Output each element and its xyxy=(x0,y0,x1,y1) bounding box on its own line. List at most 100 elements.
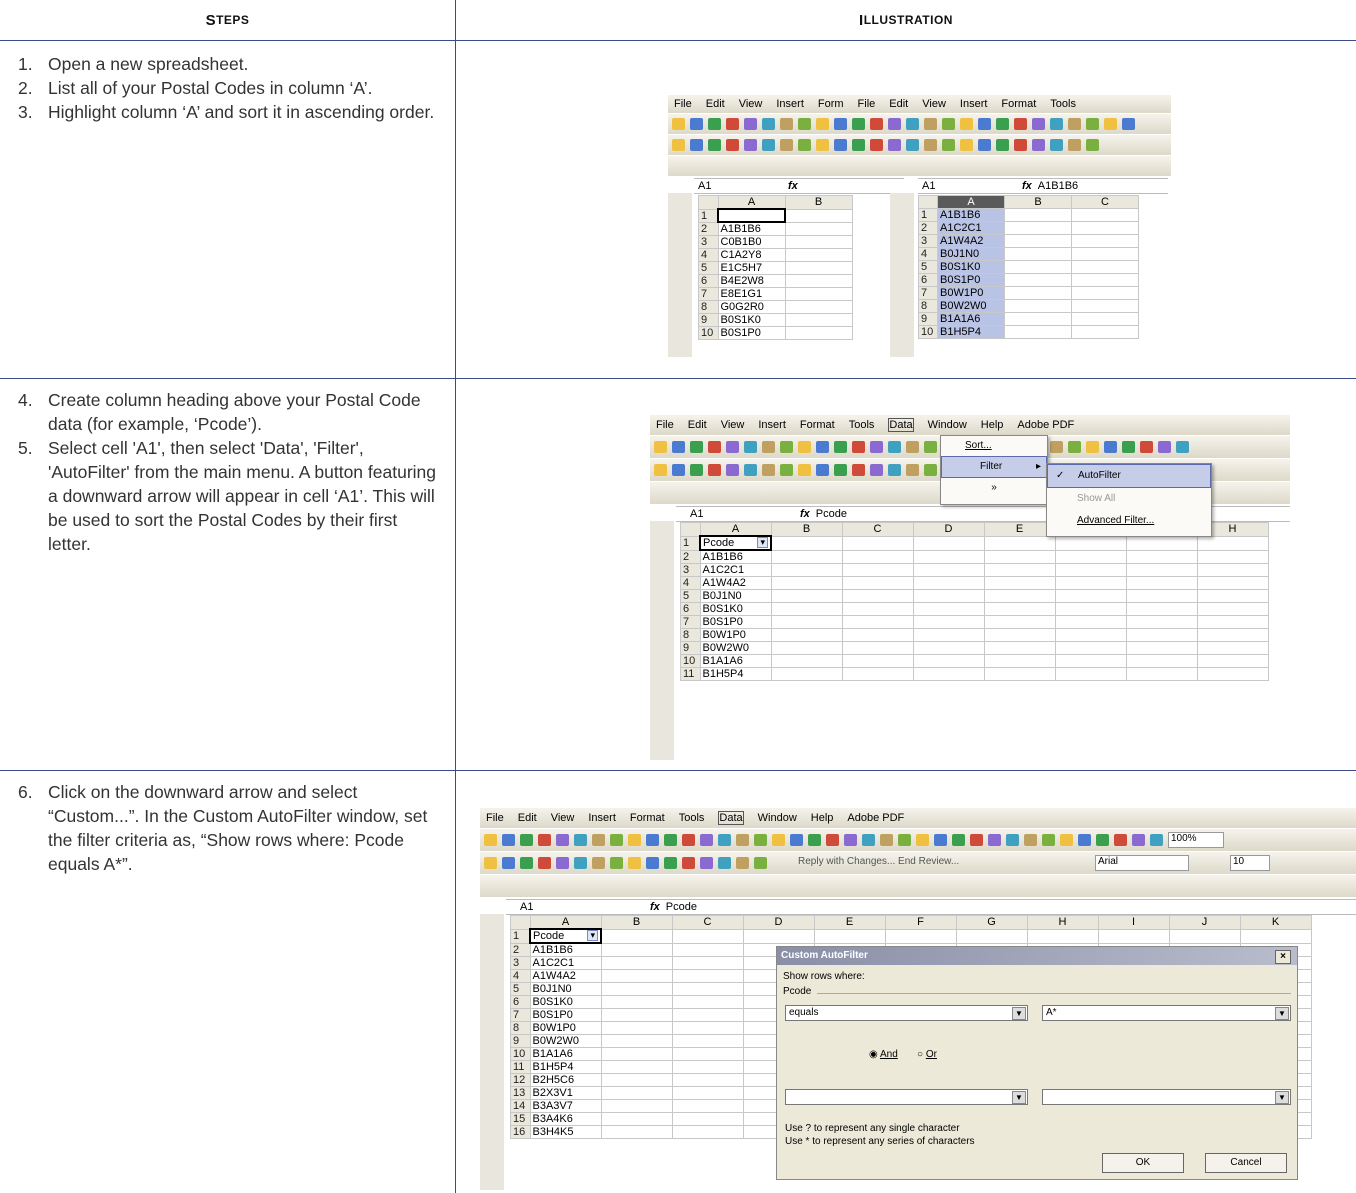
cell[interactable] xyxy=(770,563,843,577)
toolbar-button-icon[interactable] xyxy=(844,834,857,846)
toolbar-button-icon[interactable] xyxy=(906,464,919,476)
cell[interactable] xyxy=(770,667,843,681)
cell[interactable] xyxy=(1125,602,1198,616)
name-box[interactable]: A1 xyxy=(506,901,600,913)
cell[interactable] xyxy=(671,1125,744,1139)
cell[interactable] xyxy=(912,654,985,668)
or-radio[interactable]: ○ Or xyxy=(917,1049,937,1060)
toolbar-button-icon[interactable] xyxy=(744,441,757,453)
row-header[interactable]: 12 xyxy=(510,1073,531,1087)
cell[interactable] xyxy=(742,928,815,944)
row-header[interactable]: 10 xyxy=(680,654,701,668)
toolbar-button-icon[interactable] xyxy=(790,834,803,846)
cell[interactable] xyxy=(1071,208,1139,222)
cell[interactable] xyxy=(671,1021,744,1035)
toolbar-button-icon[interactable] xyxy=(1024,834,1037,846)
toolbar-button-icon[interactable] xyxy=(690,464,703,476)
column-header[interactable]: E xyxy=(813,915,886,930)
cell[interactable] xyxy=(600,928,673,944)
toolbar-button-icon[interactable] xyxy=(726,464,739,476)
cell[interactable] xyxy=(671,1047,744,1061)
cell[interactable] xyxy=(600,1008,673,1022)
cell[interactable] xyxy=(784,235,853,249)
cell[interactable] xyxy=(1125,615,1198,629)
row-header[interactable]: 2 xyxy=(510,942,531,957)
cell[interactable]: B1A1A6 xyxy=(529,1047,602,1061)
cell[interactable]: A1W4A2 xyxy=(529,969,602,983)
font-size-box[interactable]: 10 xyxy=(1230,855,1270,871)
menu-item-data[interactable]: Data xyxy=(718,811,744,825)
menu-item-file[interactable]: File xyxy=(674,98,692,110)
menu-item-edit[interactable]: Edit xyxy=(688,419,707,431)
ok-button[interactable]: OK xyxy=(1102,1153,1184,1173)
cell[interactable] xyxy=(770,549,843,564)
cell[interactable] xyxy=(841,628,914,642)
toolbar-button-icon[interactable] xyxy=(744,118,757,130)
toolbar-button-icon[interactable] xyxy=(816,118,829,130)
menu-item-insert[interactable]: Insert xyxy=(758,419,786,431)
cell[interactable] xyxy=(983,549,1056,564)
cell[interactable] xyxy=(784,326,853,340)
toolbar-button-icon[interactable] xyxy=(762,464,775,476)
toolbar-button-icon[interactable] xyxy=(852,464,865,476)
cell[interactable] xyxy=(600,1112,673,1126)
cell[interactable] xyxy=(671,995,744,1009)
row-header[interactable]: 8 xyxy=(510,1021,531,1035)
cell[interactable] xyxy=(671,1008,744,1022)
column-header[interactable]: C xyxy=(841,522,914,537)
cell[interactable] xyxy=(784,300,853,314)
toolbar-button-icon[interactable] xyxy=(906,441,919,453)
toolbar-button-icon[interactable] xyxy=(592,834,605,846)
cell[interactable] xyxy=(1054,535,1127,551)
cell[interactable] xyxy=(784,274,853,288)
toolbar-button-icon[interactable] xyxy=(834,139,847,151)
menu-item-sort[interactable]: Sort... xyxy=(941,436,1047,456)
row-header[interactable]: 8 xyxy=(918,299,938,313)
column-header[interactable]: C xyxy=(1071,195,1139,209)
toolbar-button-icon[interactable] xyxy=(1050,441,1063,453)
menu-item-form[interactable]: Form xyxy=(818,98,844,110)
cell[interactable] xyxy=(671,1099,744,1113)
row-header[interactable]: 9 xyxy=(680,641,701,655)
cell[interactable]: B0W2W0 xyxy=(937,299,1005,313)
cell[interactable] xyxy=(671,942,744,957)
toolbar-button-icon[interactable] xyxy=(538,857,551,869)
row-header[interactable]: 8 xyxy=(698,300,719,314)
row-header[interactable]: 14 xyxy=(510,1099,531,1113)
close-icon[interactable]: × xyxy=(1275,950,1291,964)
row-header[interactable]: 7 xyxy=(510,1008,531,1022)
toolbar-button-icon[interactable] xyxy=(1078,834,1091,846)
toolbar-button-icon[interactable] xyxy=(708,441,721,453)
menu-item-edit[interactable]: Edit xyxy=(706,98,725,110)
cell[interactable] xyxy=(600,1125,673,1139)
cell[interactable] xyxy=(671,1112,744,1126)
toolbar-button-icon[interactable] xyxy=(888,118,901,130)
cell[interactable] xyxy=(1125,563,1198,577)
cell[interactable] xyxy=(1125,549,1198,564)
cell[interactable] xyxy=(1004,312,1072,326)
row-header[interactable]: 1 xyxy=(680,535,701,551)
cell[interactable] xyxy=(1168,928,1241,944)
toolbar-button-icon[interactable] xyxy=(906,139,919,151)
toolbar-button-icon[interactable] xyxy=(762,441,775,453)
cell[interactable] xyxy=(1004,325,1072,339)
column-header[interactable]: D xyxy=(742,915,815,930)
cell[interactable]: B0S1P0 xyxy=(717,326,786,340)
row-header[interactable]: 11 xyxy=(510,1060,531,1074)
cell[interactable]: A1B1B6 xyxy=(717,221,786,236)
cell[interactable]: B0W2W0 xyxy=(529,1034,602,1048)
toolbar-button-icon[interactable] xyxy=(700,834,713,846)
toolbar-button-icon[interactable] xyxy=(1158,441,1171,453)
toolbar-button-icon[interactable] xyxy=(700,857,713,869)
toolbar-button-icon[interactable] xyxy=(654,441,667,453)
cell[interactable] xyxy=(1054,615,1127,629)
menu-item-window[interactable]: Window xyxy=(758,812,797,824)
toolbar-button-icon[interactable] xyxy=(726,441,739,453)
reply-with-changes[interactable]: Reply with Changes... End Review... xyxy=(798,856,959,867)
toolbar-button-icon[interactable] xyxy=(538,834,551,846)
row-header[interactable]: 10 xyxy=(510,1047,531,1061)
cell[interactable] xyxy=(912,549,985,564)
cell[interactable]: B0S1K0 xyxy=(717,313,786,327)
toolbar-button-icon[interactable] xyxy=(852,139,865,151)
operator-select-1[interactable]: equals ▼ xyxy=(785,1005,1028,1021)
